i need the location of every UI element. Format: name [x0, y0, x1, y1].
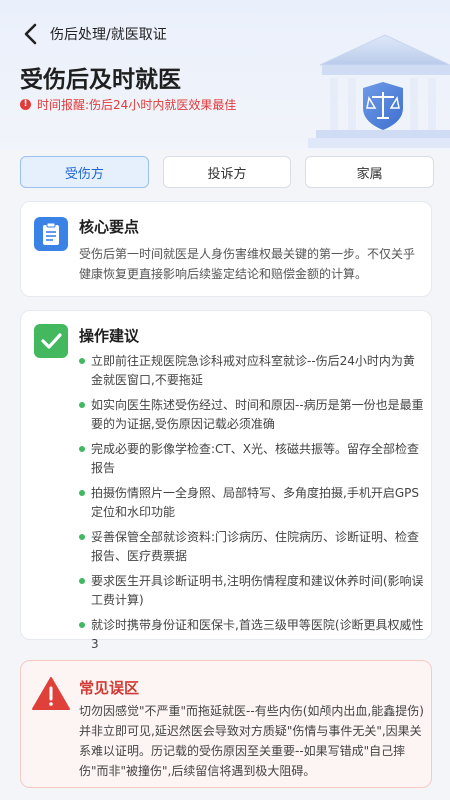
- list-item: 就诊时携带身份证和医保卡,首选三级甲等医院(诊断更具权威性3: [79, 616, 424, 654]
- tab-injured-party[interactable]: 受伤方: [20, 156, 149, 188]
- header: 伤后处理/就医取证 受伤后及时就医 ! 时间报醒:伤后24小时内就医效果最佳: [0, 0, 450, 150]
- pitfalls-title: 常见误区: [79, 679, 140, 697]
- page-title: 受伤后及时就医: [20, 67, 181, 93]
- tab-family[interactable]: 家属: [305, 156, 435, 188]
- pitfalls-card: 常见误区 切勿因感觉"不严重"而拖延就医--有些内伤(如颅内出血,能鑫提伤)并非…: [20, 660, 432, 788]
- nav-bar: 伤后处理/就医取证: [18, 20, 167, 48]
- advice-list: 立即前往正规医院急诊科戒对应科室就诊--伤后24小时内为黄金就医窗口,不要拖延 …: [79, 352, 424, 660]
- list-item: 要求医生开具诊断证明书,注明伤情程度和建议休养时间(影响误工费计算): [79, 572, 424, 610]
- alert-circle-icon: !: [20, 99, 31, 110]
- time-alert: ! 时间报醒:伤后24小时内就医效果最佳: [20, 96, 236, 113]
- back-button[interactable]: [18, 22, 42, 46]
- checkmark-icon: [34, 324, 68, 358]
- list-item: 妥善保管全部就诊资料:门诊病历、住院病历、诊断证明、检查报告、医疗费票据: [79, 528, 424, 566]
- pitfalls-text: 切勿因感觉"不严重"而拖延就医--有些内伤(如颅内出血,能鑫提伤)并非立即可见,…: [79, 704, 424, 778]
- core-points-title: 核心要点: [79, 218, 140, 236]
- role-tabs: 受伤方 投诉方 家属: [20, 156, 435, 188]
- alert-text: 时间报醒:伤后24小时内就医效果最佳: [37, 98, 237, 112]
- clipboard-icon: [34, 217, 68, 251]
- tab-complainant[interactable]: 投诉方: [162, 156, 292, 188]
- chevron-left-icon: [24, 23, 37, 45]
- list-item: 如实向医生陈述受伤经过、时间和原因--病历是第一份也是最重要的为证据,受伤原因记…: [79, 396, 424, 434]
- list-item: 立即前往正规医院急诊科戒对应科室就诊--伤后24小时内为黄金就医窗口,不要拖延: [79, 352, 424, 390]
- core-points-card: 核心要点 受伤后第一时间就医是人身伤害维权最关键的第一步。不仅关乎健康恢复更直接…: [20, 201, 432, 297]
- advice-title: 操作建议: [79, 327, 140, 345]
- list-item: 完成必要的影像学检查:CT、X光、核磁共振等。留存全部检查报告: [79, 440, 424, 478]
- warning-triangle-icon: [32, 677, 70, 710]
- courthouse-scales-icon: [308, 34, 450, 148]
- list-item: 拍摄伤情照片一全身照、局部特写、多角度拍摄,手机开启GPS定位和水印功能: [79, 484, 424, 522]
- core-points-text: 受伤后第一时间就医是人身伤害维权最关键的第一步。不仅关乎健康恢复更直接影响后续鉴…: [79, 247, 416, 281]
- breadcrumb: 伤后处理/就医取证: [50, 27, 167, 43]
- advice-card: 操作建议 立即前往正规医院急诊科戒对应科室就诊--伤后24小时内为黄金就医窗口,…: [20, 310, 432, 651]
